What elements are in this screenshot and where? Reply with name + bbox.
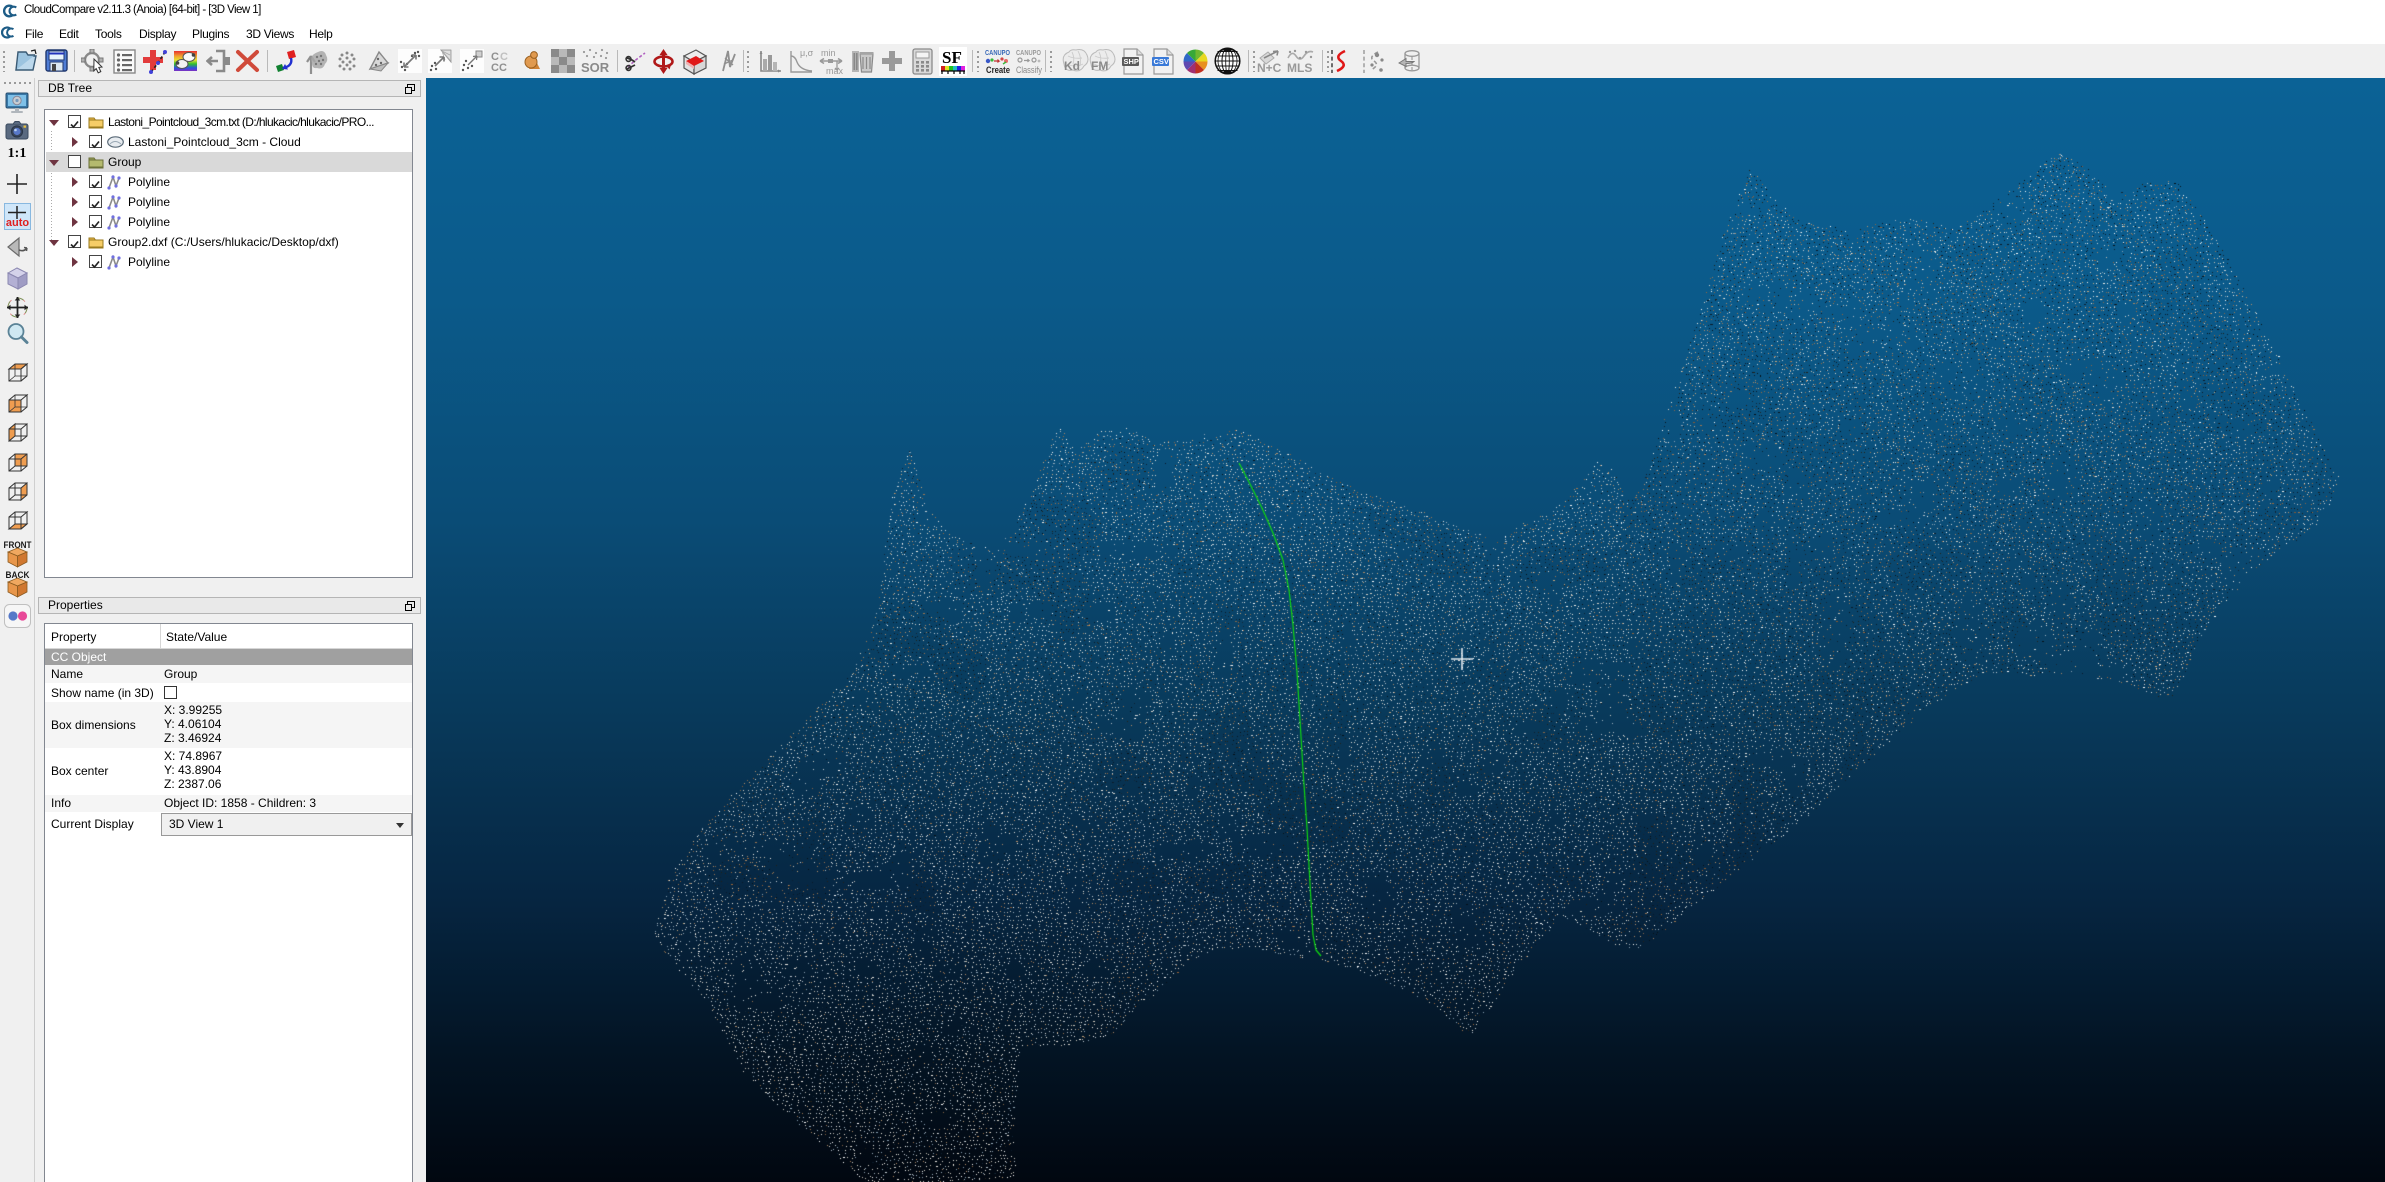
svg-text:Classify: Classify <box>1016 65 1042 75</box>
svg-text:max: max <box>826 66 844 75</box>
svg-text:μ,σ: μ,σ <box>800 48 814 58</box>
svg-text:SF: SF <box>942 48 962 67</box>
svg-text:CANUPO: CANUPO <box>1016 50 1041 57</box>
svg-text:CSV: CSV <box>1154 57 1169 66</box>
svg-text:FM: FM <box>1091 59 1108 73</box>
svg-text:CC: CC <box>491 62 507 73</box>
svg-text:min: min <box>821 48 836 58</box>
svg-text:Create: Create <box>986 65 1010 75</box>
svg-text:N+C: N+C <box>1257 61 1282 75</box>
svg-text:CANUPO: CANUPO <box>985 50 1010 57</box>
svg-text:SHP: SHP <box>1124 57 1139 66</box>
svg-text:SOR: SOR <box>581 60 610 75</box>
svg-text:Kd: Kd <box>1064 59 1080 73</box>
svg-text:MLS: MLS <box>1287 61 1312 75</box>
